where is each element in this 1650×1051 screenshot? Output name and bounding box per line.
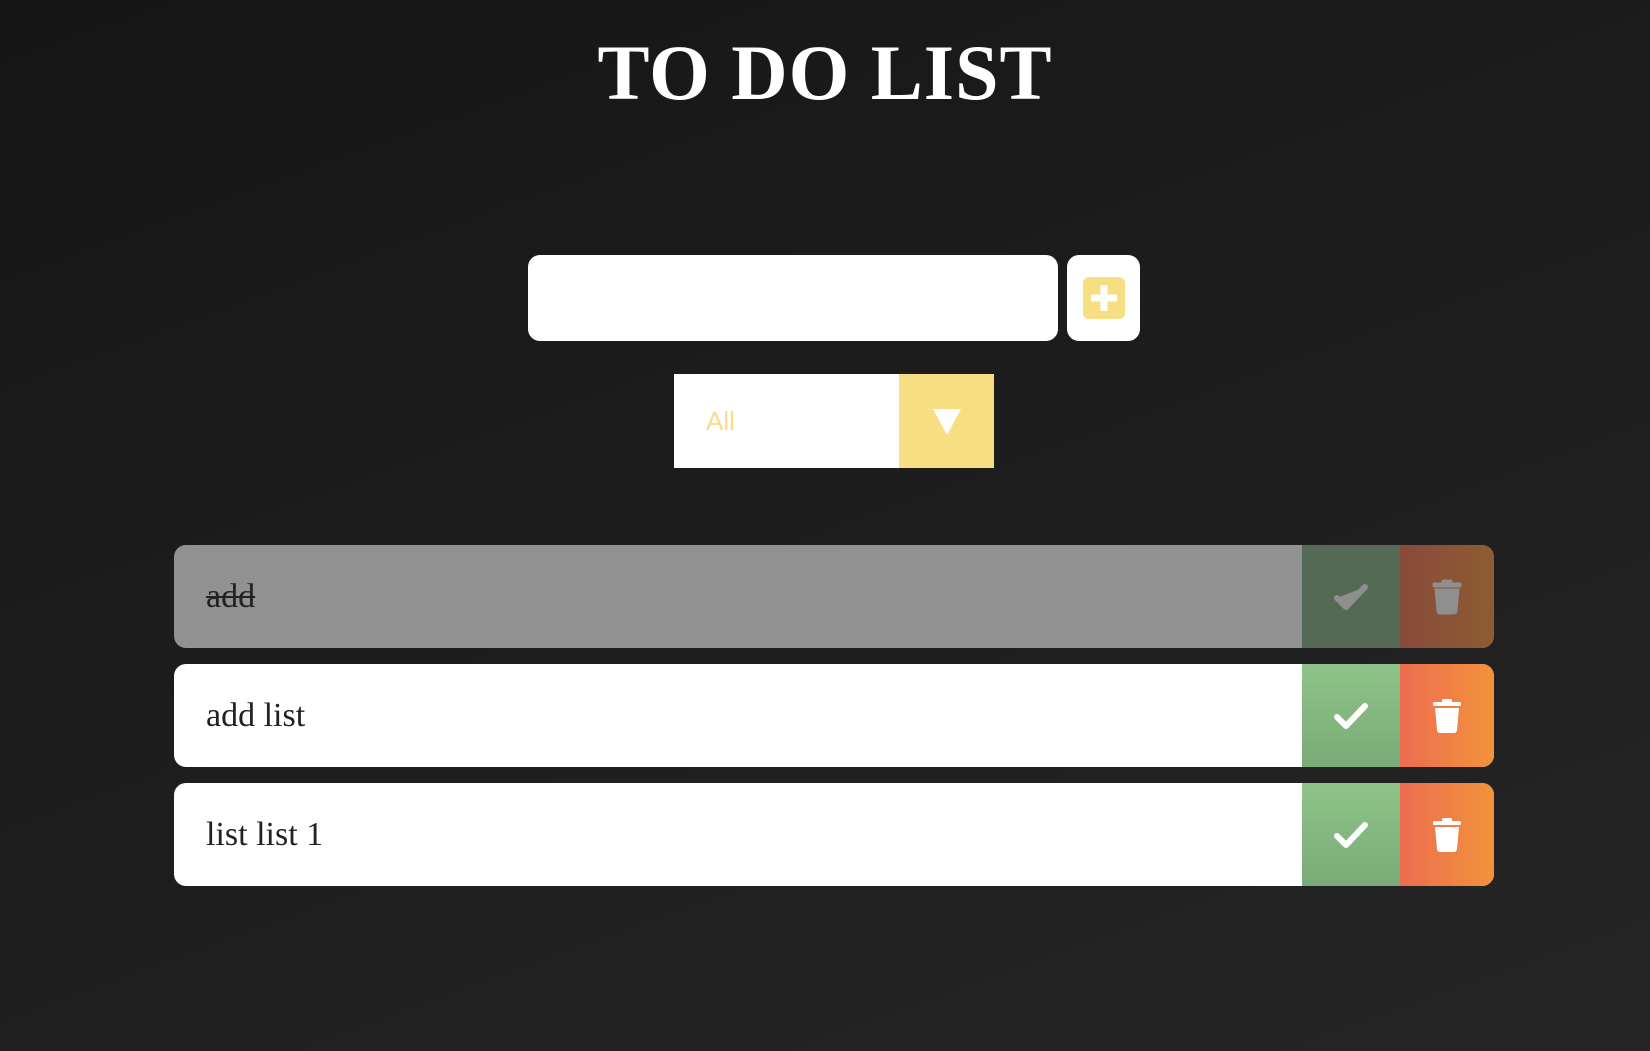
check-icon <box>1334 821 1368 848</box>
todo-text: add list <box>206 696 306 734</box>
trash-icon <box>1433 817 1461 852</box>
todo-list: add add list list list 1 <box>174 545 1494 902</box>
add-todo-button[interactable] <box>1067 255 1140 341</box>
filter-select[interactable]: All <box>674 374 994 468</box>
todo-item: add list <box>174 664 1494 767</box>
todo-text: add <box>206 577 256 615</box>
filter-arrow[interactable] <box>899 374 994 468</box>
complete-button[interactable] <box>1302 664 1400 767</box>
delete-button[interactable] <box>1400 664 1494 767</box>
todo-item: add <box>174 545 1494 648</box>
delete-button[interactable] <box>1400 545 1494 648</box>
check-icon <box>1334 702 1368 729</box>
check-icon <box>1334 583 1368 610</box>
page-title: TO DO LIST <box>597 29 1053 116</box>
todo-text: list list 1 <box>206 815 324 853</box>
add-todo-form <box>528 255 1140 341</box>
todo-item: list list 1 <box>174 783 1494 886</box>
trash-icon <box>1433 698 1461 733</box>
complete-button[interactable] <box>1302 545 1400 648</box>
triangle-down-icon <box>932 409 961 435</box>
complete-button[interactable] <box>1302 783 1400 886</box>
filter-selected-value: All <box>706 405 735 436</box>
todo-input[interactable] <box>528 255 1058 341</box>
plus-square-icon <box>1082 277 1125 319</box>
delete-button[interactable] <box>1400 783 1494 886</box>
trash-icon <box>1432 579 1462 614</box>
